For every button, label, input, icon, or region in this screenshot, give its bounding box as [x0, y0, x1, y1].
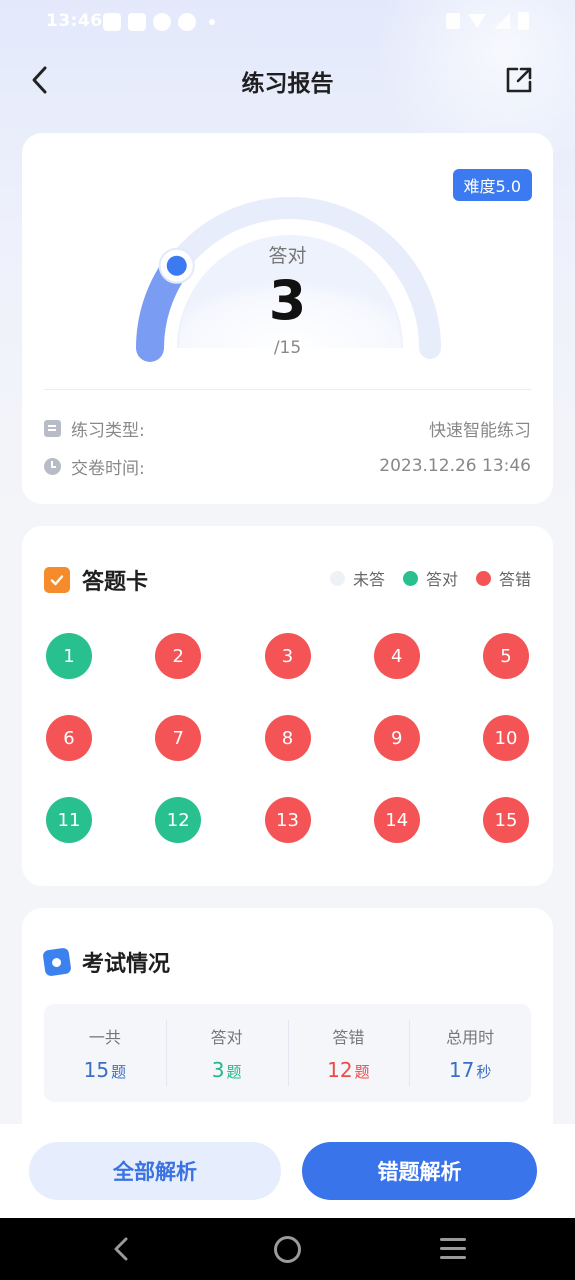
system-icons	[446, 12, 529, 30]
score-card: 难度5.0 答对 3 /15 练习类型: 快速智能练习 交卷时间: 2023.1…	[22, 133, 553, 504]
app-notification-icon	[178, 13, 196, 31]
page-title: 练习报告	[241, 71, 334, 97]
stat-label: 答错	[332, 1028, 365, 1047]
notification-icons	[103, 13, 215, 31]
stat-unit: 秒	[476, 1063, 492, 1081]
stat-wrong: 答错 12 题	[287, 1004, 410, 1102]
exam-stats: 一共 15 题 答对 3题 答错 12 题 总用时 17 秒	[44, 1004, 531, 1102]
question-7-button[interactable]: 7	[155, 715, 202, 761]
bottom-action-bar: 全部解析 错题解析	[0, 1124, 575, 1218]
stat-number: 3	[211, 1058, 225, 1082]
legend-correct-label: 答对	[425, 570, 458, 589]
legend-correct: 答对	[402, 566, 458, 590]
wrong-analysis-button[interactable]: 错题解析	[302, 1142, 537, 1200]
stat-duration: 总用时 17 秒	[409, 1004, 531, 1102]
practice-type-row: 练习类型: 快速智能练习	[44, 415, 531, 441]
signal-icon	[494, 13, 510, 29]
stat-value: 3题	[212, 1058, 242, 1082]
question-2-button[interactable]: 2	[155, 633, 202, 679]
mail-icon	[128, 13, 146, 31]
stat-unit: 题	[111, 1063, 127, 1081]
submit-time-row: 交卷时间: 2023.12.26 13:46	[44, 453, 531, 479]
question-3-button[interactable]: 3	[264, 633, 311, 679]
vibrate-icon	[446, 13, 460, 29]
nav-back-icon[interactable]	[108, 1235, 136, 1263]
clock-icon	[44, 457, 61, 475]
legend-dot-correct	[402, 570, 418, 586]
stat-correct: 答对 3题	[165, 1004, 288, 1102]
answer-legend: 未答 答对 答错	[312, 566, 531, 590]
question-11-button[interactable]: 11	[46, 797, 92, 843]
question-13-button[interactable]: 13	[264, 797, 311, 843]
legend-wrong: 答错	[475, 566, 531, 590]
nav-home-icon[interactable]	[274, 1236, 301, 1263]
legend-dot-wrong	[475, 570, 491, 586]
score-total: /15	[273, 338, 302, 358]
app-header: 练习报告	[0, 50, 575, 110]
exam-summary-title: 考试情况	[82, 952, 171, 977]
answer-sheet-title: 答题卡	[82, 570, 149, 595]
score-label: 答对	[268, 245, 307, 267]
legend-unanswered: 未答	[329, 566, 385, 590]
submit-time-value: 2023.12.26 13:46	[379, 456, 531, 476]
question-grid: 1 2 3 4 5 6 7 8 9 10 11 12 13 14 15	[46, 633, 529, 843]
all-analysis-button[interactable]: 全部解析	[29, 1142, 281, 1200]
status-time: 13:46	[46, 11, 103, 31]
system-nav-bar	[0, 1218, 575, 1280]
stat-number: 17	[448, 1058, 475, 1082]
external-share-icon	[506, 67, 532, 93]
question-12-button[interactable]: 12	[155, 797, 202, 843]
stat-label: 总用时	[446, 1028, 495, 1047]
document-icon	[44, 419, 61, 437]
legend-wrong-label: 答错	[498, 570, 531, 589]
app-notification-icon	[153, 13, 171, 31]
tag-icon	[42, 947, 72, 977]
checkbox-icon	[44, 567, 70, 593]
answer-sheet-card: 答题卡 未答 答对 答错 1 2 3 4 5 6 7 8 9 10 11 12 13 14 15	[22, 526, 553, 886]
nav-recents-icon[interactable]	[440, 1238, 466, 1260]
legend-unanswered-label: 未答	[352, 570, 385, 589]
score-value: 3	[268, 269, 307, 332]
stat-number: 12	[327, 1058, 353, 1082]
stat-value: 15 题	[84, 1058, 126, 1082]
question-15-button[interactable]: 15	[483, 797, 529, 843]
stat-unit: 题	[226, 1063, 242, 1081]
question-9-button[interactable]: 9	[373, 715, 420, 761]
question-6-button[interactable]: 6	[46, 715, 92, 761]
more-dot-icon	[209, 19, 215, 25]
status-bar: 13:46	[0, 0, 575, 46]
submit-time-label: 交卷时间:	[71, 458, 145, 479]
battery-icon	[518, 12, 529, 30]
question-1-button[interactable]: 1	[46, 633, 92, 679]
stat-unit: 题	[354, 1063, 370, 1081]
stat-number: 15	[83, 1058, 110, 1082]
question-8-button[interactable]: 8	[264, 715, 311, 761]
stat-value: 17 秒	[449, 1058, 491, 1082]
answer-sheet-header: 答题卡	[44, 564, 148, 596]
exam-summary-header: 考试情况	[42, 946, 171, 978]
divider	[44, 389, 531, 390]
stat-value: 12 题	[327, 1058, 369, 1082]
question-4-button[interactable]: 4	[373, 633, 420, 679]
stat-label: 答对	[210, 1028, 243, 1047]
question-5-button[interactable]: 5	[483, 633, 529, 679]
legend-dot-unanswered	[329, 570, 345, 586]
practice-type-label: 练习类型:	[71, 420, 145, 441]
stat-label: 一共	[88, 1028, 121, 1047]
question-10-button[interactable]: 10	[483, 715, 529, 761]
mail-icon	[103, 13, 121, 31]
question-14-button[interactable]: 14	[373, 797, 420, 843]
wifi-icon	[468, 14, 486, 28]
share-button[interactable]	[501, 62, 537, 98]
practice-type-value: 快速智能练习	[429, 420, 531, 441]
stat-total: 一共 15 题	[44, 1004, 166, 1102]
